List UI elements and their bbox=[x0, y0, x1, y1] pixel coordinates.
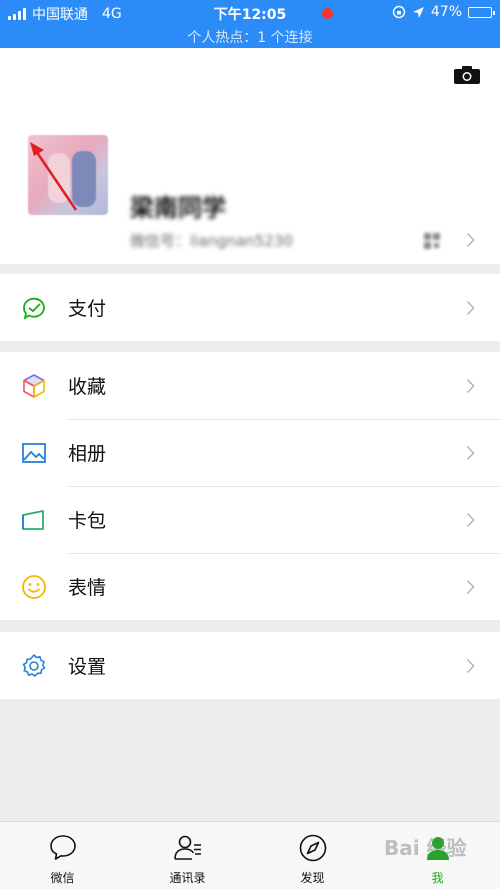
chevron-right-icon bbox=[466, 579, 475, 594]
menu-group-settings: 设置 bbox=[0, 632, 500, 699]
compass-icon bbox=[299, 834, 326, 862]
menu-item-stickers[interactable]: 表情 bbox=[0, 553, 500, 620]
status-right: 47% bbox=[392, 4, 495, 20]
menu-item-settings[interactable]: 设置 bbox=[0, 632, 500, 699]
menu-label-pay: 支付 bbox=[68, 298, 107, 320]
chevron-right-icon bbox=[466, 658, 475, 673]
battery-percent: 47% bbox=[430, 4, 462, 20]
tab-label-discover: 发现 bbox=[300, 871, 325, 885]
location-icon bbox=[412, 6, 424, 18]
chevron-right-icon bbox=[466, 445, 475, 460]
tab-label-contacts: 通讯录 bbox=[169, 871, 206, 885]
menu-label-album: 相册 bbox=[68, 443, 107, 465]
discover-badge-dot bbox=[322, 8, 333, 19]
photo-icon bbox=[22, 442, 46, 463]
qr-code-icon[interactable] bbox=[424, 233, 440, 249]
hotspot-banner[interactable]: 个人热点：1 个连接 bbox=[0, 27, 500, 47]
rotation-lock-icon bbox=[392, 5, 406, 19]
gear-icon bbox=[22, 653, 46, 677]
battery-icon bbox=[468, 6, 495, 18]
menu-item-favorites[interactable]: 收藏 bbox=[0, 352, 500, 419]
tab-label-chats: 微信 bbox=[50, 871, 75, 885]
menu-item-album[interactable]: 相册 bbox=[0, 419, 500, 486]
status-bar: 中国联通 4G 下午12:05 47% 个人热点：1 个连接 bbox=[0, 0, 500, 48]
chevron-right-icon bbox=[466, 378, 475, 393]
menu-label-settings: 设置 bbox=[68, 656, 107, 678]
tab-contacts[interactable]: 通讯录 bbox=[125, 822, 250, 889]
chevron-right-icon bbox=[466, 232, 475, 248]
chat-bubble-icon bbox=[49, 835, 76, 860]
smiley-icon bbox=[22, 574, 46, 599]
menu-item-pay[interactable]: 支付 bbox=[0, 274, 500, 341]
contacts-icon bbox=[173, 835, 201, 860]
tab-chats[interactable]: 微信 bbox=[0, 822, 125, 889]
cube-icon bbox=[23, 373, 45, 398]
menu-label-cards: 卡包 bbox=[68, 510, 107, 532]
menu-item-cards[interactable]: 卡包 bbox=[0, 486, 500, 553]
tab-label-me: 我 bbox=[431, 871, 444, 885]
red-arrow-annotation bbox=[30, 142, 78, 211]
menu-label-stickers: 表情 bbox=[68, 577, 107, 599]
menu-label-favorites: 收藏 bbox=[68, 376, 107, 398]
card-wallet-icon bbox=[22, 509, 44, 530]
menu-group-main: 收藏 相册 卡包 表情 bbox=[0, 352, 500, 620]
profile-header[interactable]: 梁南同学 微信号：liangnan5230 bbox=[0, 48, 500, 264]
wallet-check-icon bbox=[23, 297, 45, 320]
menu-group-pay: 支付 bbox=[0, 274, 500, 341]
chevron-right-icon bbox=[466, 300, 475, 315]
camera-icon[interactable] bbox=[454, 66, 480, 84]
tab-discover[interactable]: 发现 bbox=[250, 822, 375, 889]
watermark: Bai 经验 bbox=[384, 836, 467, 860]
profile-wechat-id: 微信号：liangnan5230 bbox=[130, 232, 293, 250]
profile-nickname: 梁南同学 bbox=[130, 194, 226, 222]
chevron-right-icon bbox=[466, 512, 475, 527]
